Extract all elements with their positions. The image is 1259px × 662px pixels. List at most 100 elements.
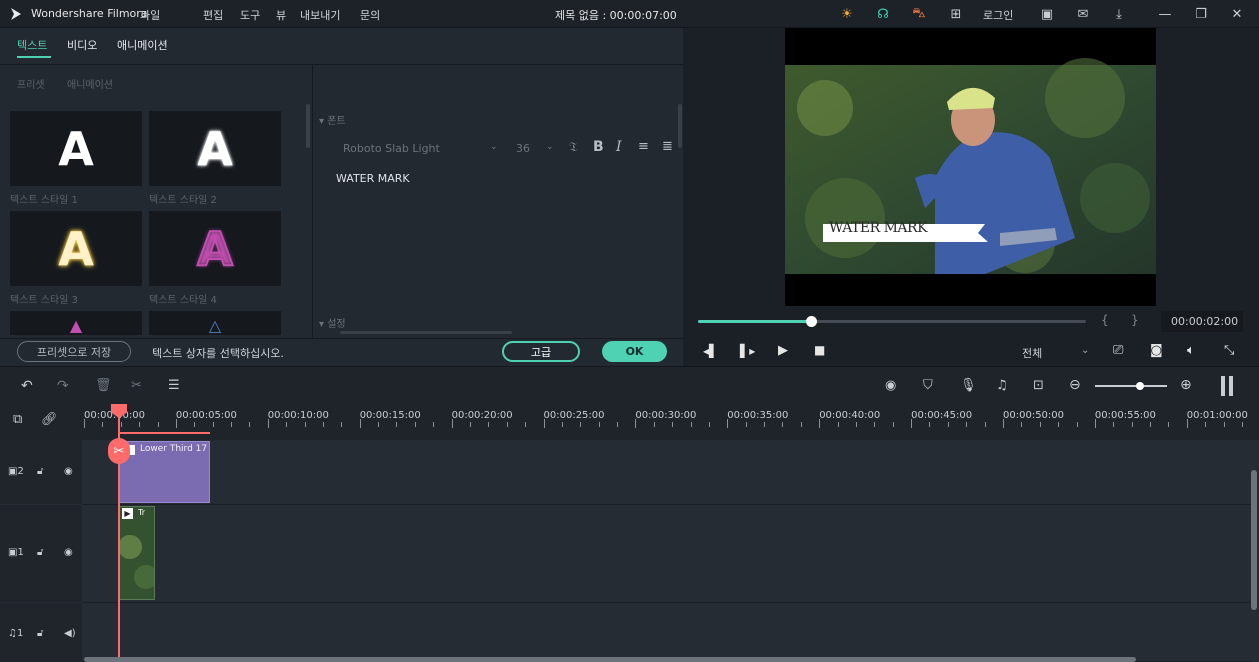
cut-icon[interactable]: ✂	[131, 378, 142, 393]
mark-out-icon[interactable]: }	[1131, 313, 1139, 327]
ruler-tick	[966, 422, 968, 427]
render-preview-icon[interactable]: ⎚	[1113, 343, 1123, 358]
eye-icon[interactable]: ◉	[64, 547, 73, 558]
pause-bar-icon-right[interactable]	[1229, 376, 1233, 396]
lock-icon[interactable]: 🔓︎	[37, 628, 43, 639]
timeline-vscrollbar[interactable]	[1251, 470, 1257, 610]
tab-video[interactable]: 비디오	[67, 37, 97, 53]
speaker-icon[interactable]: ◀︎)	[64, 628, 76, 639]
mark-in-icon[interactable]: {	[1101, 313, 1109, 327]
advanced-button[interactable]: 고급	[502, 341, 580, 362]
size-dropdown-icon[interactable]: ⌄	[546, 142, 554, 152]
timeline-hscrollbar[interactable]	[84, 657, 1136, 662]
zoom-out-icon[interactable]: ⊖	[1069, 377, 1081, 393]
preset-thumb-1[interactable]: A	[10, 111, 142, 186]
timeline-zoom-knob[interactable]	[1136, 382, 1144, 390]
preset-thumb-3[interactable]: A	[10, 211, 142, 286]
preset-thumb-6[interactable]: △	[149, 311, 281, 335]
cart-icon[interactable]: ⛍	[911, 6, 927, 22]
preview-scrubber[interactable]	[806, 316, 817, 327]
undo-icon[interactable]: ↶	[21, 378, 33, 394]
lock-icon[interactable]: 🔓︎	[37, 547, 43, 558]
ruler-tick	[359, 419, 361, 428]
tab-text[interactable]: 텍스트	[17, 37, 47, 53]
menu-help[interactable]: 문의	[360, 7, 380, 23]
ruler-tick	[874, 422, 876, 427]
font-section-toggle[interactable]: ▾ 폰트	[319, 112, 346, 127]
menu-file[interactable]: 파일	[140, 7, 160, 23]
gift-icon[interactable]: ⊞	[948, 6, 964, 22]
mail-icon[interactable]: ✉	[1075, 6, 1091, 22]
font-name-select[interactable]: Roboto Slab Light	[343, 142, 440, 155]
eye-icon[interactable]: ◉	[64, 466, 73, 477]
video-clip[interactable]	[119, 506, 155, 600]
menu-tools[interactable]: 도구	[240, 7, 260, 23]
download-icon[interactable]: ⤓	[1111, 6, 1127, 22]
headset-icon[interactable]: ☊	[875, 6, 891, 22]
split-scissors-icon[interactable]: ✂	[108, 438, 130, 464]
settings-section-toggle[interactable]: ▾ 설정	[319, 315, 346, 330]
align-icon[interactable]: ≡	[638, 139, 649, 154]
subtab-presets[interactable]: 프리셋	[17, 76, 45, 91]
bulb-icon[interactable]: ☀	[839, 6, 855, 22]
redo-icon[interactable]: ↷	[57, 378, 69, 394]
zoom-select[interactable]: 전체	[1022, 345, 1042, 361]
add-track-icon[interactable]: ⧉	[13, 412, 22, 427]
ok-button[interactable]: OK	[602, 341, 667, 362]
marker-icon[interactable]: ⛉	[923, 378, 933, 393]
ruler-tick	[1131, 422, 1133, 427]
save-preset-button[interactable]: 프리셋으로 저장	[17, 341, 131, 362]
save-icon[interactable]: ▣	[1039, 6, 1055, 22]
stop-icon[interactable]: ■	[814, 343, 825, 357]
ruler-tick	[617, 422, 619, 427]
bold-icon[interactable]: B	[593, 139, 604, 155]
prev-frame-icon[interactable]: ◂▌	[703, 344, 718, 358]
presets-scrollbar[interactable]	[306, 104, 310, 148]
minimize-icon[interactable]: —	[1157, 6, 1173, 22]
lock-icon[interactable]: 🔓︎	[37, 466, 43, 477]
preset-thumb-4[interactable]: A	[149, 211, 281, 286]
active-tab-indicator	[17, 56, 51, 58]
ruler-tick	[672, 422, 674, 427]
props-hscrollbar[interactable]	[340, 331, 512, 334]
pause-bar-icon-left[interactable]	[1221, 376, 1225, 396]
subtab-animation[interactable]: 애니메이션	[67, 76, 113, 91]
timeline-zoom-slider[interactable]	[1095, 385, 1167, 387]
font-size-select[interactable]: 36	[516, 142, 530, 155]
fullscreen-icon[interactable]: ⤡	[1224, 343, 1234, 358]
font-dropdown-icon[interactable]: ⌄	[490, 142, 498, 152]
play-icon[interactable]: ▶	[778, 343, 788, 358]
link-icon[interactable]: 🔗︎	[41, 412, 58, 427]
text-style-icon[interactable]: 𝔗	[569, 140, 578, 155]
zoom-in-icon[interactable]: ⊕	[1180, 377, 1192, 393]
track-row-title[interactable]	[82, 440, 1252, 505]
align-right-icon[interactable]: ≣	[662, 139, 673, 154]
close-icon[interactable]: ✕	[1229, 6, 1245, 22]
video-track-num: 1	[17, 547, 24, 558]
menu-view[interactable]: 뷰	[276, 7, 286, 23]
snapshot-icon[interactable]: ◙	[1150, 343, 1163, 358]
adjust-icon[interactable]: ☰	[168, 378, 180, 393]
track-row-audio[interactable]	[82, 603, 1252, 662]
preset-thumb-5[interactable]: ▲	[10, 311, 142, 335]
italic-icon[interactable]: I	[616, 139, 622, 155]
ruler-tick	[488, 422, 490, 427]
login-button[interactable]: 로그인	[983, 7, 1013, 23]
zoom-dropdown-icon[interactable]: ⌄	[1081, 345, 1089, 356]
tab-animation[interactable]: 애니메이션	[117, 37, 168, 53]
menu-edit[interactable]: 편집	[203, 7, 223, 23]
voiceover-icon[interactable]: ♫	[996, 378, 1008, 393]
text-input-value[interactable]: WATER MARK	[336, 172, 410, 185]
delete-icon[interactable]: 🗑︎	[95, 378, 112, 393]
font-section-label: 폰트	[327, 116, 346, 127]
fit-icon[interactable]: ⊡	[1033, 378, 1044, 393]
track-row-video[interactable]	[82, 505, 1252, 603]
mic-icon[interactable]: 🎙︎	[960, 378, 977, 393]
volume-icon[interactable]: 🔈︎	[1187, 343, 1195, 358]
preset-thumb-2[interactable]: A	[149, 111, 281, 186]
render-icon[interactable]: ◉	[885, 378, 896, 393]
props-scrollbar[interactable]	[678, 104, 682, 148]
menu-export[interactable]: 내보내기	[300, 7, 340, 23]
next-frame-icon[interactable]: ▌▸	[740, 344, 755, 358]
restore-icon[interactable]: ❐	[1193, 6, 1209, 22]
